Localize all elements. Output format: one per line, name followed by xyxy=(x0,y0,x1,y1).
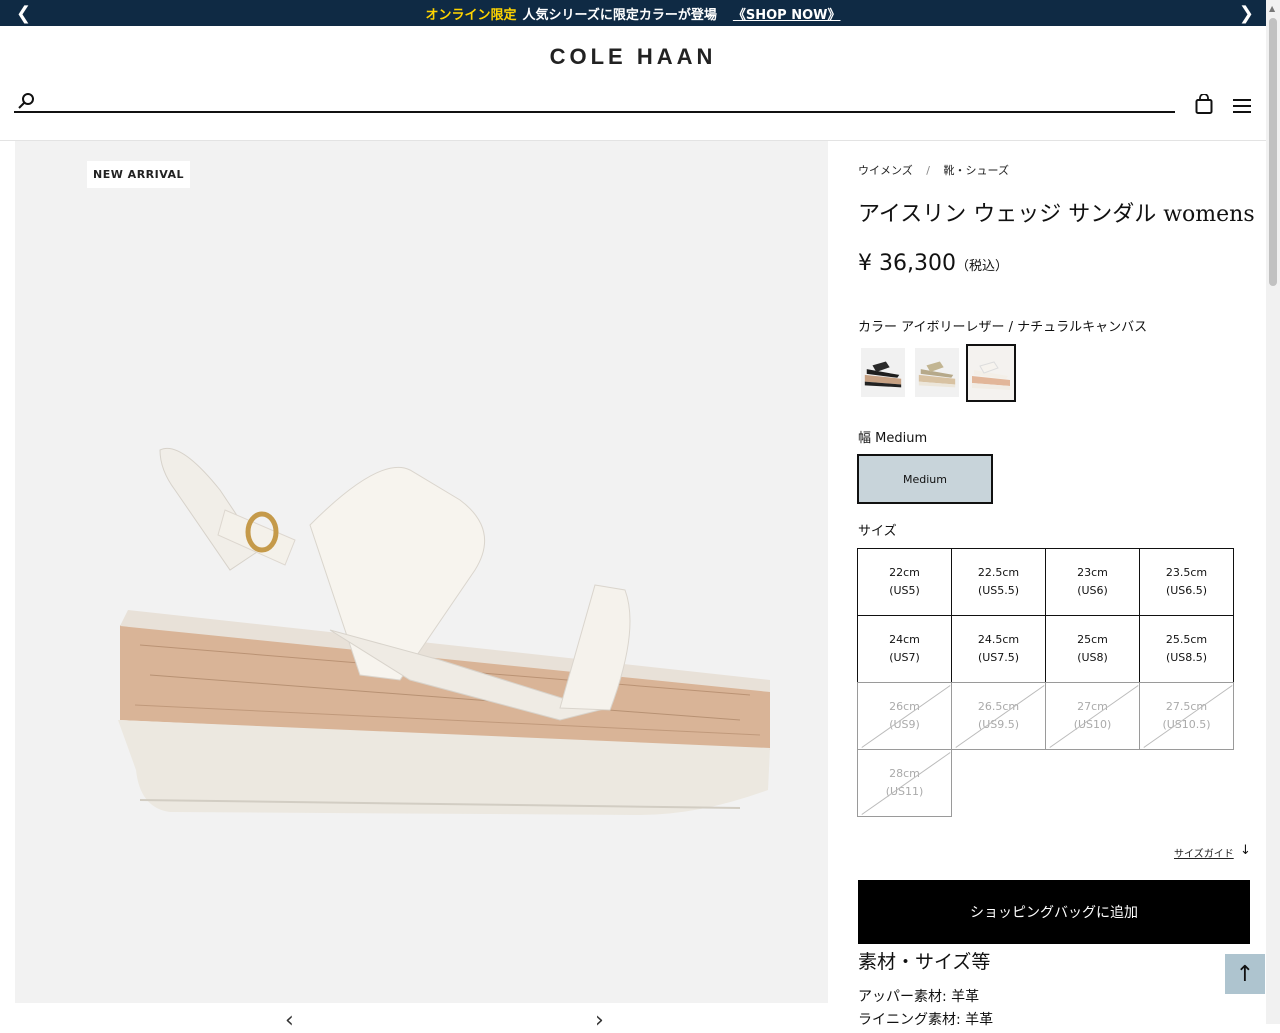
search-input[interactable] xyxy=(14,111,1175,113)
price-value: ¥ 36,300 xyxy=(858,251,956,276)
material-upper: アッパー素材: 羊革 xyxy=(858,989,980,1005)
size-cm: 27cm xyxy=(1077,700,1108,713)
size-option[interactable]: 25.5cm (US8.5) xyxy=(1139,615,1234,683)
size-option[interactable]: 24cm (US7) xyxy=(857,615,952,683)
back-to-top-button[interactable]: ↑ xyxy=(1225,954,1265,994)
material-lining: ライニング素材: 羊革 xyxy=(858,1012,994,1028)
gallery-next-icon[interactable]: › xyxy=(595,1008,604,1033)
swatch-ivory-image xyxy=(972,361,1010,390)
swatch-gold-image xyxy=(918,361,956,388)
size-cm: 28cm xyxy=(889,767,920,780)
size-option: 26.5cm (US9.5) xyxy=(951,682,1046,750)
size-cm: 22cm xyxy=(889,566,920,579)
size-cm: 23.5cm xyxy=(1165,566,1208,579)
size-label: サイズ xyxy=(858,524,897,539)
width-option-medium[interactable]: Medium xyxy=(857,454,993,504)
gallery-prev-icon[interactable]: ‹ xyxy=(285,1008,294,1033)
size-cm: 24.5cm xyxy=(977,633,1020,646)
product-title: アイスリン ウェッジ サンダル womens xyxy=(858,202,1255,227)
breadcrumb-womens[interactable]: ウイメンズ xyxy=(858,164,913,177)
product-price: ¥ 36,300（税込） xyxy=(858,251,1008,276)
size-cm: 25cm xyxy=(1077,633,1108,646)
scroll-up-icon[interactable]: ▲ xyxy=(1269,4,1275,13)
breadcrumb-shoes[interactable]: 靴・シューズ xyxy=(944,164,1009,177)
material-section-title: 素材・サイズ等 xyxy=(858,951,991,973)
size-option: 26cm (US9) xyxy=(857,682,952,750)
size-cm: 26.5cm xyxy=(977,700,1020,713)
color-swatch-black[interactable] xyxy=(860,347,906,398)
size-guide-link[interactable]: サイズガイド xyxy=(1174,845,1234,860)
size-us: (US11) xyxy=(885,785,924,798)
arrow-up-icon: ↑ xyxy=(1235,961,1255,987)
size-us: (US7) xyxy=(889,651,920,664)
add-to-bag-button[interactable]: ショッピングバッグに追加 xyxy=(858,880,1250,944)
color-swatch-gold[interactable] xyxy=(914,347,960,398)
size-us: (US8.5) xyxy=(1165,651,1208,664)
size-option[interactable]: 22cm (US5) xyxy=(857,548,952,616)
color-label: カラー アイボリーレザー / ナチュラルキャンバス xyxy=(858,320,1148,335)
size-us: (US9) xyxy=(889,718,920,731)
promo-banner[interactable]: ❮ オンライン限定 人気シリーズに限定カラーが登場 《SHOP NOW》 ❯ xyxy=(0,0,1266,26)
size-option: 27.5cm (US10.5) xyxy=(1139,682,1234,750)
promo-next-icon[interactable]: ❯ xyxy=(1239,3,1254,24)
menu-icon[interactable] xyxy=(1233,98,1251,114)
size-cm: 25.5cm xyxy=(1165,633,1208,646)
promo-prev-icon[interactable]: ❮ xyxy=(16,3,31,24)
promo-highlight: オンライン限定 xyxy=(425,7,517,23)
breadcrumb-separator: / xyxy=(926,164,930,177)
size-option: 28cm (US11) xyxy=(857,749,952,817)
new-arrival-badge: NEW ARRIVAL xyxy=(87,161,191,188)
size-option[interactable]: 22.5cm (US5.5) xyxy=(951,548,1046,616)
size-us: (US6) xyxy=(1077,584,1108,597)
size-option[interactable]: 24.5cm (US7.5) xyxy=(951,615,1046,683)
size-option[interactable]: 25cm (US8) xyxy=(1045,615,1140,683)
size-option[interactable]: 23cm (US6) xyxy=(1045,548,1140,616)
size-us: (US6.5) xyxy=(1165,584,1208,597)
shopping-bag-icon[interactable] xyxy=(1195,94,1213,114)
swatch-black-image xyxy=(864,361,902,388)
promo-shop-link[interactable]: 《SHOP NOW》 xyxy=(733,4,841,23)
arrow-down-icon: ↓ xyxy=(1240,843,1251,858)
page-scrollbar[interactable]: ▲ xyxy=(1266,0,1280,1024)
color-swatch-ivory[interactable] xyxy=(966,344,1016,402)
size-cm: 26cm xyxy=(889,700,920,713)
size-us: (US10) xyxy=(1073,718,1112,731)
size-us: (US9.5) xyxy=(977,718,1020,731)
breadcrumb: ウイメンズ / 靴・シューズ xyxy=(858,162,1009,178)
scrollbar-thumb[interactable] xyxy=(1269,18,1277,286)
size-cm: 24cm xyxy=(889,633,920,646)
size-cm: 27.5cm xyxy=(1165,700,1208,713)
product-image xyxy=(118,447,770,815)
promo-text: 人気シリーズに限定カラーが登場 xyxy=(522,7,717,23)
size-us: (US5) xyxy=(889,584,920,597)
search-icon[interactable] xyxy=(17,92,35,110)
width-label: 幅 Medium xyxy=(858,431,928,446)
site-logo[interactable]: COLE HAAN xyxy=(0,44,1266,70)
size-option[interactable]: 23.5cm (US6.5) xyxy=(1139,548,1234,616)
size-us: (US7.5) xyxy=(977,651,1020,664)
size-cm: 22.5cm xyxy=(977,566,1020,579)
size-cm: 23cm xyxy=(1077,566,1108,579)
size-us: (US5.5) xyxy=(977,584,1020,597)
price-tax-note: （税込） xyxy=(955,259,1008,274)
size-us: (US10.5) xyxy=(1162,718,1211,731)
size-us: (US8) xyxy=(1077,651,1108,664)
size-option: 27cm (US10) xyxy=(1045,682,1140,750)
